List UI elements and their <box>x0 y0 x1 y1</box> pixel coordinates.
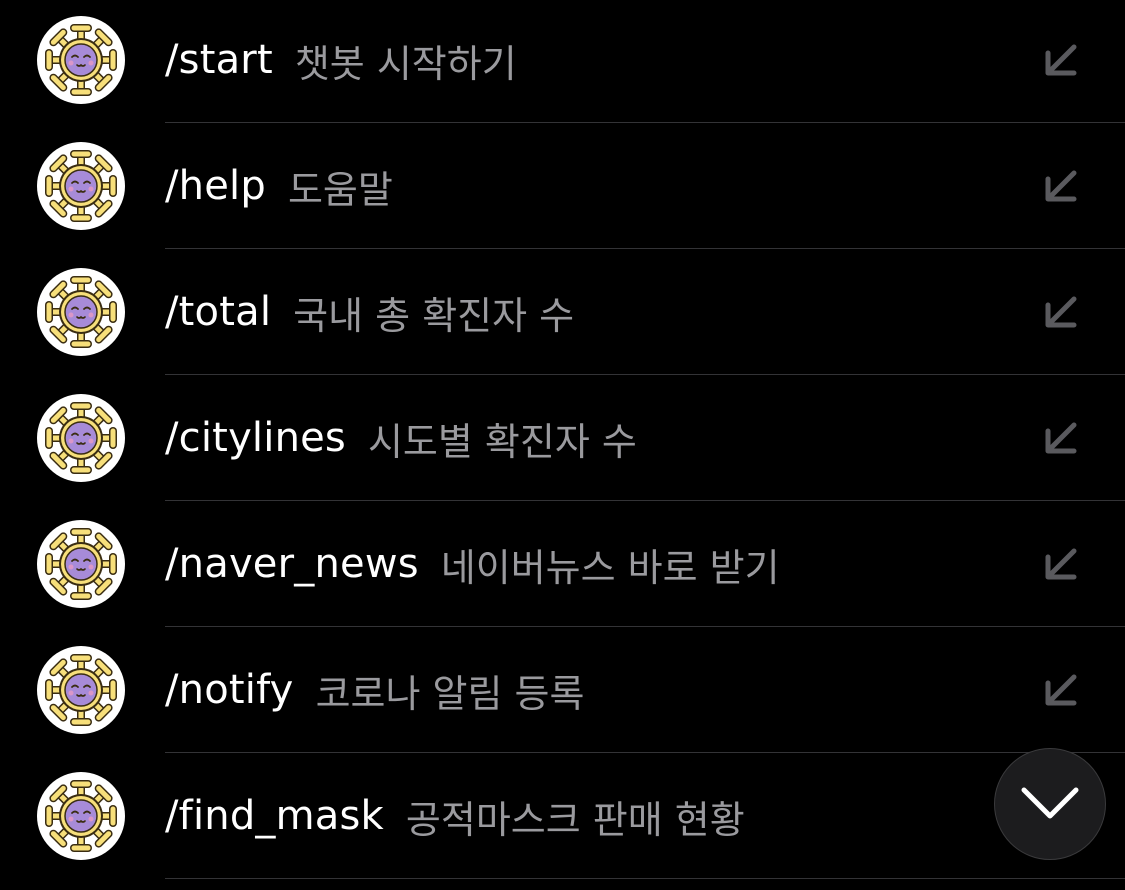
command-description: 시도별 확진자 수 <box>367 419 637 464</box>
insert-arrow-icon[interactable] <box>1040 543 1082 585</box>
command-row-citylines[interactable]: /citylines 시도별 확진자 수 <box>0 375 1125 501</box>
command-row-start[interactable]: /start 챗봇 시작하기 <box>0 0 1125 123</box>
insert-arrow-icon[interactable] <box>1040 165 1082 207</box>
virus-emoji-icon <box>36 519 126 609</box>
insert-arrow-icon[interactable] <box>1040 417 1082 459</box>
command-description: 코로나 알림 등록 <box>315 671 585 716</box>
command-description: 네이버뉴스 바로 받기 <box>440 545 780 590</box>
command-name: /help <box>165 163 266 209</box>
insert-arrow-icon[interactable] <box>1040 669 1082 711</box>
virus-emoji-icon <box>36 393 126 483</box>
virus-emoji-icon <box>36 771 126 861</box>
command-name: /citylines <box>165 415 346 461</box>
command-description: 국내 총 확진자 수 <box>293 293 575 338</box>
virus-emoji-icon <box>36 15 126 105</box>
command-name: /find_mask <box>165 793 384 839</box>
virus-emoji-icon <box>36 141 126 231</box>
command-name: /start <box>165 37 273 83</box>
command-row-find-mask[interactable]: /find_mask 공적마스크 판매 현황 <box>0 753 1125 879</box>
virus-emoji-icon <box>36 267 126 357</box>
command-row-total[interactable]: /total 국내 총 확진자 수 <box>0 249 1125 375</box>
bot-command-list: /start 챗봇 시작하기 /help 도움말 /total 국내 총 확진자… <box>0 0 1125 879</box>
insert-arrow-icon[interactable] <box>1040 291 1082 333</box>
command-row-naver-news[interactable]: /naver_news 네이버뉴스 바로 받기 <box>0 501 1125 627</box>
command-name: /naver_news <box>165 541 419 587</box>
command-description: 도움말 <box>287 167 393 212</box>
command-name: /notify <box>165 667 294 713</box>
chevron-down-icon <box>1021 787 1079 819</box>
row-divider <box>165 878 1125 879</box>
virus-emoji-icon <box>36 645 126 735</box>
command-row-notify[interactable]: /notify 코로나 알림 등록 <box>0 627 1125 753</box>
command-description: 챗봇 시작하기 <box>294 41 517 86</box>
command-description: 공적마스크 판매 현황 <box>405 797 745 842</box>
command-name: /total <box>165 289 272 335</box>
command-row-help[interactable]: /help 도움말 <box>0 123 1125 249</box>
scroll-to-bottom-button[interactable] <box>994 748 1106 860</box>
insert-arrow-icon[interactable] <box>1040 39 1082 81</box>
